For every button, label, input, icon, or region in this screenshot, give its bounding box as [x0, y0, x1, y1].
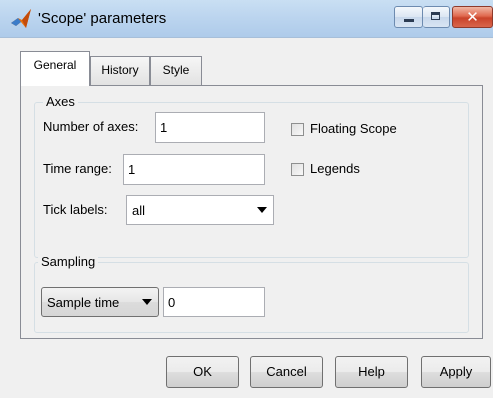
- general-tab-panel: Axes Number of axes: 1 Time range: 1 Tic…: [20, 85, 483, 339]
- axes-group-title: Axes: [43, 94, 78, 109]
- maximize-icon: [431, 12, 440, 20]
- tab-style[interactable]: Style: [150, 56, 202, 85]
- sampling-mode-dropdown[interactable]: Sample time: [41, 287, 159, 317]
- tick-labels-value: all: [132, 203, 146, 218]
- tick-labels-label: Tick labels:: [43, 202, 108, 217]
- cancel-button[interactable]: Cancel: [250, 356, 323, 388]
- close-button[interactable]: ✕: [452, 6, 493, 28]
- sampling-group: Sampling Sample time 0: [34, 254, 469, 333]
- chevron-down-icon[interactable]: [136, 288, 158, 316]
- time-range-input[interactable]: 1: [123, 154, 265, 185]
- chevron-down-icon[interactable]: [251, 196, 273, 224]
- maximize-button[interactable]: [423, 6, 450, 28]
- apply-button[interactable]: Apply: [421, 356, 491, 388]
- number-of-axes-input[interactable]: 1: [155, 112, 265, 143]
- tab-history-label: History: [101, 63, 139, 77]
- tab-general-label: General: [33, 58, 77, 72]
- title-bar[interactable]: 'Scope' parameters ✕: [0, 0, 493, 38]
- sampling-mode-value: Sample time: [47, 295, 120, 310]
- help-button[interactable]: Help: [335, 356, 408, 388]
- time-range-label: Time range:: [43, 161, 112, 176]
- tick-labels-dropdown[interactable]: all: [126, 195, 274, 225]
- scope-parameters-dialog: 'Scope' parameters ✕ General History Sty…: [0, 0, 493, 398]
- sampling-group-title: Sampling: [38, 254, 99, 269]
- tab-general[interactable]: General: [20, 51, 90, 86]
- legends-checkbox[interactable]: [291, 163, 304, 176]
- legends-label[interactable]: Legends: [310, 161, 360, 176]
- tab-style-label: Style: [162, 63, 190, 77]
- floating-scope-checkbox[interactable]: [291, 123, 304, 136]
- axes-group: Axes Number of axes: 1 Time range: 1 Tic…: [34, 94, 469, 258]
- minimize-icon: [404, 19, 414, 22]
- ok-button[interactable]: OK: [166, 356, 239, 388]
- number-of-axes-label: Number of axes:: [43, 119, 139, 134]
- sample-time-input[interactable]: 0: [163, 287, 265, 317]
- matlab-logo-icon: [11, 9, 31, 28]
- close-icon: ✕: [466, 8, 479, 26]
- window-title: 'Scope' parameters: [38, 10, 167, 27]
- dialog-client-area: General History Style Axes Number of axe…: [0, 38, 493, 398]
- minimize-button[interactable]: [394, 6, 423, 28]
- tab-history[interactable]: History: [90, 56, 150, 85]
- floating-scope-label[interactable]: Floating Scope: [310, 121, 397, 136]
